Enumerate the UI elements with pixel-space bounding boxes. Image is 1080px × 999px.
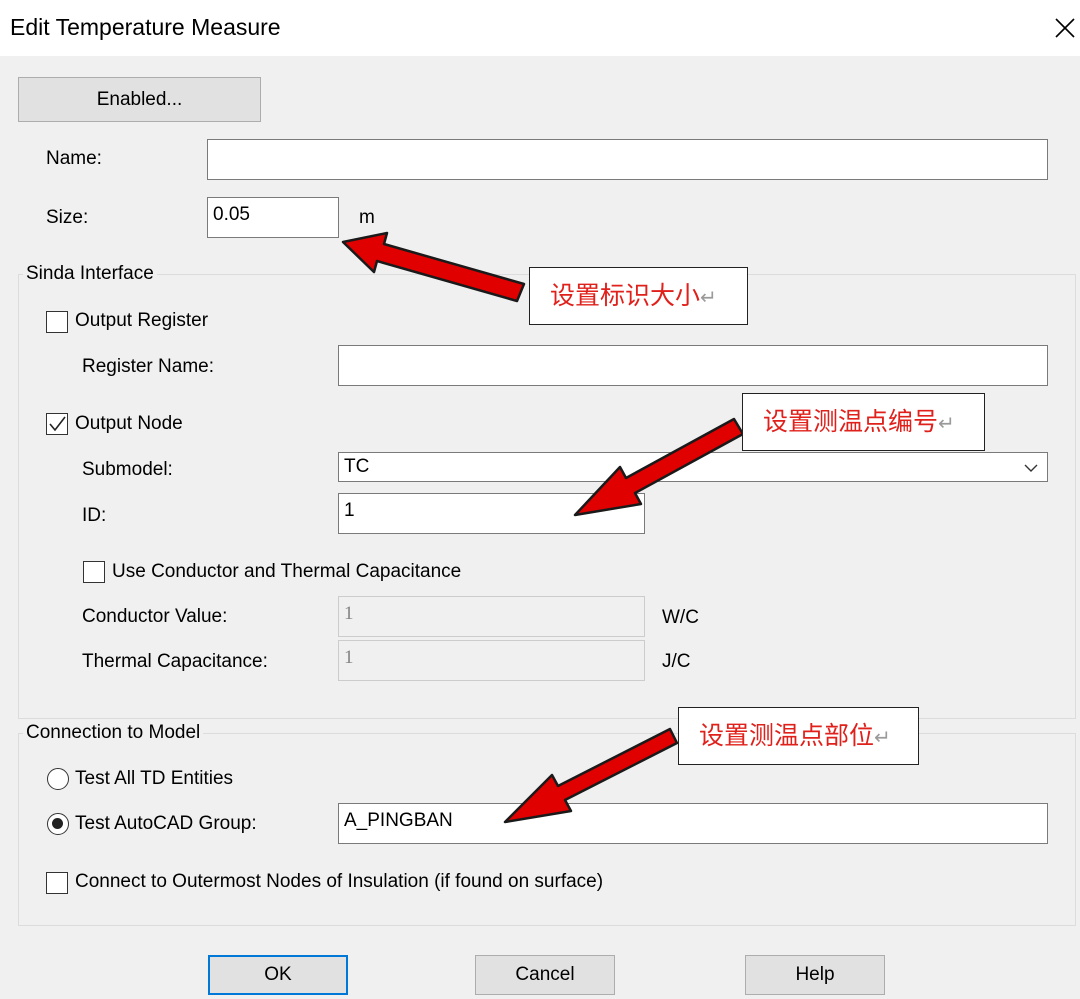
conductor-unit: W/C [662, 607, 699, 628]
size-label: Size: [46, 207, 89, 228]
submodel-value: TC [344, 456, 370, 477]
test-group-label[interactable]: Test AutoCAD Group: [75, 813, 257, 835]
annotation-size: 设置标识大小↵ [529, 267, 748, 325]
cancel-button[interactable]: Cancel [475, 955, 615, 995]
submodel-select[interactable]: TC [338, 452, 1048, 482]
id-input[interactable]: 1 [338, 493, 645, 534]
ok-button[interactable]: OK [208, 955, 348, 995]
capacitance-unit: J/C [662, 651, 691, 672]
return-mark-2: ↵ [938, 411, 955, 435]
chevron-down-icon [1024, 464, 1038, 472]
outermost-checkbox[interactable] [46, 872, 68, 894]
thermal-capacitance-label: Thermal Capacitance: [82, 651, 268, 672]
group-name-input[interactable]: A_PINGBAN [338, 803, 1048, 844]
conductor-value-label: Conductor Value: [82, 606, 228, 627]
return-mark-3: ↵ [874, 725, 891, 749]
outermost-label[interactable]: Connect to Outermost Nodes of Insulation… [75, 871, 603, 893]
test-group-radio[interactable] [47, 813, 69, 835]
return-mark-1: ↵ [700, 285, 717, 309]
annotation-size-text: 设置标识大小 [550, 281, 701, 310]
sinda-interface-title: Sinda Interface [23, 263, 157, 285]
submodel-label: Submodel: [82, 459, 173, 480]
annotation-id: 设置测温点编号↵ [742, 393, 985, 451]
window-title: Edit Temperature Measure [10, 14, 281, 40]
thermal-capacitance-input: 1 [338, 640, 645, 681]
name-label: Name: [46, 148, 102, 169]
title-bar: Edit Temperature Measure [0, 0, 1080, 56]
id-label: ID: [82, 505, 107, 526]
enabled-button[interactable]: Enabled... [18, 77, 261, 122]
test-all-label[interactable]: Test All TD Entities [75, 768, 233, 790]
check-icon [49, 416, 66, 432]
test-all-radio[interactable] [47, 768, 69, 790]
register-name-input[interactable] [338, 345, 1048, 386]
close-icon[interactable] [1050, 12, 1080, 42]
conductor-value-input: 1 [338, 596, 645, 637]
annotation-id-text: 设置测温点编号 [763, 407, 939, 436]
help-button[interactable]: Help [745, 955, 885, 995]
output-node-checkbox[interactable] [46, 413, 68, 435]
output-register-label[interactable]: Output Register [75, 310, 208, 332]
register-name-label: Register Name: [82, 356, 214, 377]
size-input[interactable]: 0.05 [207, 197, 339, 238]
output-register-checkbox[interactable] [46, 311, 68, 333]
annotation-group: 设置测温点部位↵ [678, 707, 919, 765]
radio-selected-dot [52, 818, 63, 829]
connection-title: Connection to Model [23, 722, 204, 744]
annotation-group-text: 设置测温点部位 [699, 721, 875, 750]
use-conductor-label[interactable]: Use Conductor and Thermal Capacitance [112, 561, 461, 583]
use-conductor-checkbox[interactable] [83, 561, 105, 583]
output-node-label[interactable]: Output Node [75, 413, 183, 435]
size-unit: m [359, 207, 375, 228]
name-input[interactable] [207, 139, 1048, 180]
